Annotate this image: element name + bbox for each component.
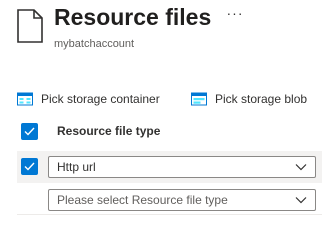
dropdown-placeholder: Please select Resource file type [57, 193, 228, 207]
select-all-checkbox[interactable] [21, 123, 38, 140]
page-title: Resource files [54, 4, 212, 30]
page-subtitle: mybatchaccount [54, 38, 135, 50]
column-header-resource-file-type: Resource file type [57, 124, 161, 138]
chevron-down-icon [295, 164, 307, 171]
more-icon[interactable]: ··· [226, 4, 244, 22]
pick-storage-blob-button[interactable]: Pick storage blob [191, 90, 307, 108]
storage-container-icon [17, 92, 33, 106]
new-resource-file-type-dropdown[interactable]: Please select Resource file type [48, 189, 316, 211]
row-checkbox[interactable] [21, 158, 38, 175]
resource-file-type-dropdown[interactable]: Http url [48, 156, 316, 178]
storage-blob-icon [191, 92, 207, 106]
pick-storage-container-label: Pick storage container [41, 92, 160, 106]
checkmark-icon [24, 127, 35, 136]
dropdown-selected-value: Http url [57, 160, 96, 174]
pick-storage-blob-label: Pick storage blob [215, 92, 308, 106]
resource-files-blade: Resource files ··· mybatchaccount Pick s… [0, 0, 323, 243]
checkmark-icon [24, 162, 35, 171]
document-icon [17, 9, 43, 43]
pick-storage-container-button[interactable]: Pick storage container [17, 90, 160, 108]
chevron-down-icon [295, 197, 307, 204]
row-divider [17, 214, 322, 215]
